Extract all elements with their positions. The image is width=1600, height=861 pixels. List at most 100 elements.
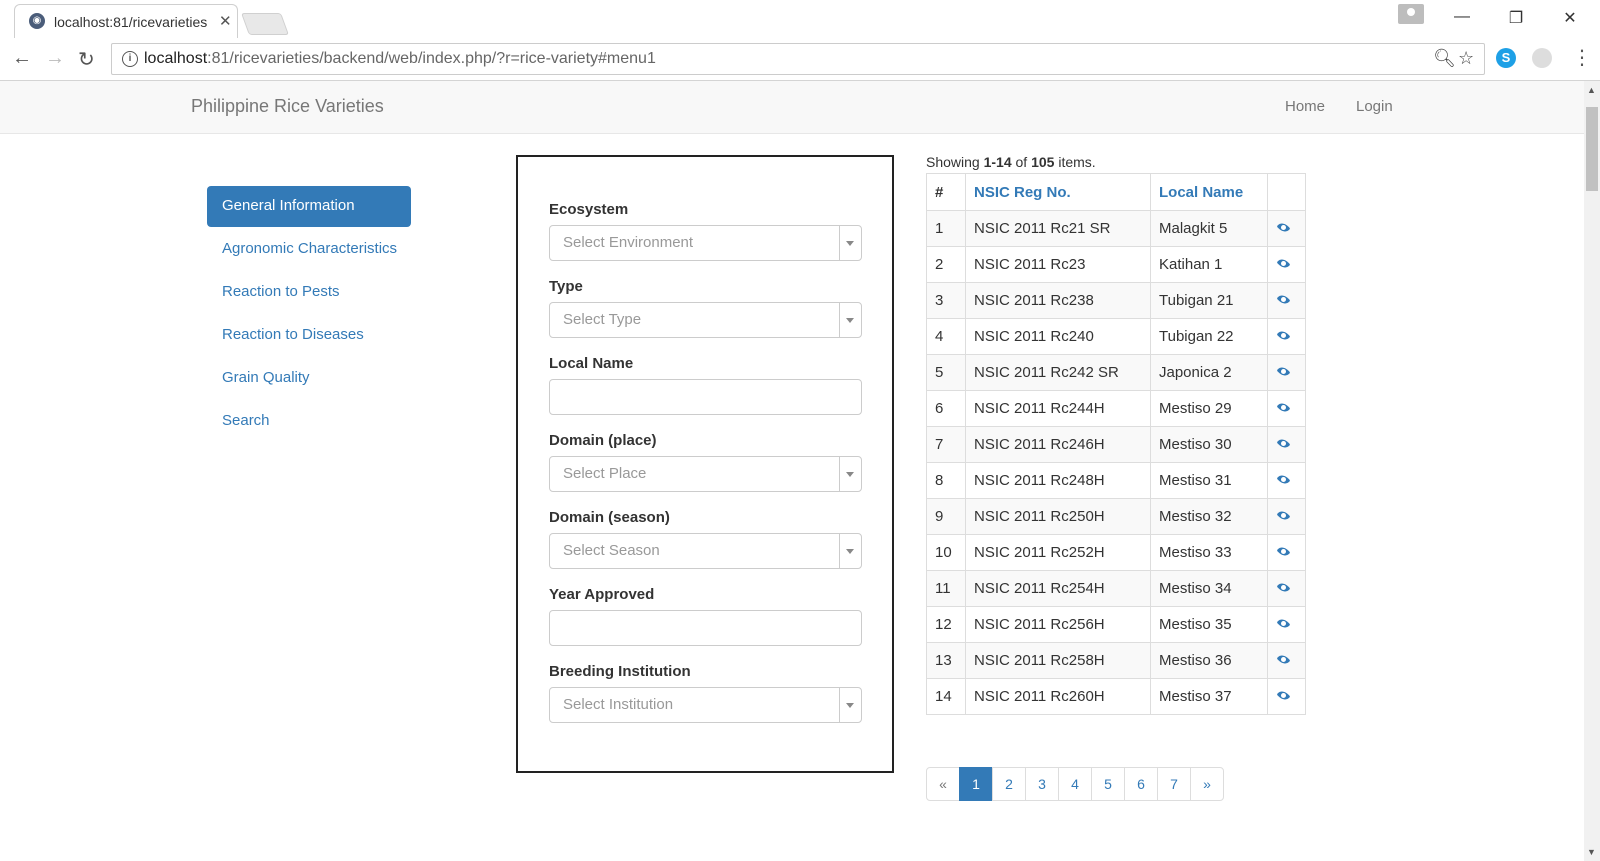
year-approved-label: Year Approved — [549, 586, 655, 603]
eye-icon[interactable] — [1276, 654, 1291, 665]
eye-icon[interactable] — [1276, 474, 1291, 485]
local-name-input[interactable] — [549, 379, 862, 415]
table-row: 1 NSIC 2011 Rc21 SR Malagkit 5 — [926, 210, 1306, 247]
cell-nsic-reg-no: NSIC 2011 Rc238 — [965, 282, 1151, 319]
cell-number: 11 — [926, 570, 966, 607]
sidebar-item-general-information[interactable]: General Information — [207, 186, 411, 227]
table-row: 7 NSIC 2011 Rc246H Mestiso 30 — [926, 426, 1306, 463]
pagination-page-2[interactable]: 2 — [992, 767, 1026, 801]
address-bar[interactable]: i localhost:81/ricevarieties/backend/web… — [111, 43, 1485, 75]
scroll-down-icon[interactable]: ▼ — [1587, 847, 1596, 857]
nav-link-login[interactable]: Login — [1356, 98, 1393, 115]
cell-nsic-reg-no: NSIC 2011 Rc244H — [965, 390, 1151, 427]
domain-season-select[interactable]: Select Season — [549, 533, 862, 569]
eye-icon[interactable] — [1276, 438, 1291, 449]
back-arrow-icon[interactable]: ← — [12, 47, 32, 70]
cell-local-name: Malagkit 5 — [1150, 210, 1268, 247]
cell-nsic-reg-no: NSIC 2011 Rc246H — [965, 426, 1151, 463]
cell-number: 8 — [926, 462, 966, 499]
cell-local-name: Mestiso 34 — [1150, 570, 1268, 607]
cell-actions — [1267, 390, 1306, 427]
forward-arrow-icon[interactable]: → — [45, 47, 65, 70]
zoom-icon[interactable]: 🔍︎ — [1433, 48, 1456, 69]
cell-actions — [1267, 246, 1306, 283]
domain-place-select[interactable]: Select Place — [549, 456, 862, 492]
pagination-page-6[interactable]: 6 — [1124, 767, 1158, 801]
site-favicon-icon: ◉ — [29, 13, 45, 29]
browser-tab[interactable]: ◉ localhost:81/ricevarieties ✕ — [14, 4, 238, 38]
reload-icon[interactable]: ↻ — [78, 47, 95, 72]
close-tab-icon[interactable]: ✕ — [219, 12, 232, 30]
eye-icon[interactable] — [1276, 294, 1291, 305]
pagination-page-5[interactable]: 5 — [1091, 767, 1125, 801]
cell-number: 1 — [926, 210, 966, 247]
chevron-down-icon[interactable] — [839, 226, 861, 260]
sidebar-item-grain-quality[interactable]: Grain Quality — [207, 358, 411, 399]
sidebar-item-search[interactable]: Search — [207, 401, 411, 442]
eye-icon[interactable] — [1276, 366, 1291, 377]
cell-actions — [1267, 678, 1306, 715]
chevron-down-icon[interactable] — [839, 688, 861, 722]
eye-icon[interactable] — [1276, 510, 1291, 521]
column-header-nsic-reg-no[interactable]: NSIC Reg No. — [965, 173, 1151, 211]
eye-icon[interactable] — [1276, 258, 1291, 269]
domain-place-placeholder: Select Place — [563, 465, 647, 482]
sidebar-item-reaction-to-diseases[interactable]: Reaction to Diseases — [207, 315, 411, 356]
close-window-icon[interactable]: ✕ — [1555, 8, 1585, 28]
cell-nsic-reg-no: NSIC 2011 Rc242 SR — [965, 354, 1151, 391]
url-text[interactable]: localhost:81/ricevarieties/backend/web/i… — [144, 50, 656, 68]
chevron-down-icon[interactable] — [839, 534, 861, 568]
minimize-icon[interactable]: — — [1447, 8, 1477, 26]
table-row: 10 NSIC 2011 Rc252H Mestiso 33 — [926, 534, 1306, 571]
pagination-prev[interactable]: « — [926, 767, 960, 801]
table-row: 3 NSIC 2011 Rc238 Tubigan 21 — [926, 282, 1306, 319]
cell-actions — [1267, 534, 1306, 571]
bookmark-star-icon[interactable]: ☆ — [1458, 48, 1474, 69]
ecosystem-select[interactable]: Select Environment — [549, 225, 862, 261]
scroll-up-icon[interactable]: ▲ — [1587, 85, 1596, 95]
nav-link-home[interactable]: Home — [1285, 98, 1325, 115]
profile-icon[interactable] — [1398, 4, 1424, 24]
chevron-down-icon[interactable] — [839, 303, 861, 337]
breeding-institution-select[interactable]: Select Institution — [549, 687, 862, 723]
table-row: 4 NSIC 2011 Rc240 Tubigan 22 — [926, 318, 1306, 355]
pagination-page-4[interactable]: 4 — [1058, 767, 1092, 801]
restore-icon[interactable]: ❐ — [1501, 8, 1531, 28]
eye-icon[interactable] — [1276, 222, 1291, 233]
cell-number: 3 — [926, 282, 966, 319]
type-select[interactable]: Select Type — [549, 302, 862, 338]
eye-icon[interactable] — [1276, 402, 1291, 413]
eye-icon[interactable] — [1276, 690, 1291, 701]
sidebar-item-reaction-to-pests[interactable]: Reaction to Pests — [207, 272, 411, 313]
pagination-page-7[interactable]: 7 — [1157, 767, 1191, 801]
pagination-page-1[interactable]: 1 — [959, 767, 993, 801]
pagination: «1 2 3 4 5 6 7» — [926, 767, 1224, 801]
cell-nsic-reg-no: NSIC 2011 Rc248H — [965, 462, 1151, 499]
page-scrollbar[interactable]: ▲ ▼ — [1584, 81, 1600, 861]
table-row: 6 NSIC 2011 Rc244H Mestiso 29 — [926, 390, 1306, 427]
new-tab-button[interactable] — [240, 13, 290, 35]
site-brand[interactable]: Philippine Rice Varieties — [191, 96, 384, 117]
year-approved-input[interactable] — [549, 610, 862, 646]
chevron-down-icon[interactable] — [839, 457, 861, 491]
cell-nsic-reg-no: NSIC 2011 Rc21 SR — [965, 210, 1151, 247]
pagination-next[interactable]: » — [1190, 767, 1224, 801]
eye-icon[interactable] — [1276, 330, 1291, 341]
extension-icon[interactable] — [1532, 48, 1552, 68]
site-info-icon[interactable]: i — [122, 51, 138, 67]
rice-variety-table: # NSIC Reg No. Local Name 1 NSIC 2011 Rc2… — [926, 173, 1306, 715]
cell-number: 12 — [926, 606, 966, 643]
cell-nsic-reg-no: NSIC 2011 Rc254H — [965, 570, 1151, 607]
cell-actions — [1267, 282, 1306, 319]
sidebar-item-agronomic-characteristics[interactable]: Agronomic Characteristics — [207, 229, 411, 270]
column-header-local-name[interactable]: Local Name — [1150, 173, 1268, 211]
eye-icon[interactable] — [1276, 546, 1291, 557]
eye-icon[interactable] — [1276, 582, 1291, 593]
eye-icon[interactable] — [1276, 618, 1291, 629]
skype-extension-icon[interactable]: S — [1496, 48, 1516, 68]
browser-menu-icon[interactable]: ⋮ — [1572, 45, 1592, 70]
cell-nsic-reg-no: NSIC 2011 Rc256H — [965, 606, 1151, 643]
pagination-page-3[interactable]: 3 — [1025, 767, 1059, 801]
scroll-thumb[interactable] — [1586, 107, 1598, 191]
cell-local-name: Tubigan 22 — [1150, 318, 1268, 355]
